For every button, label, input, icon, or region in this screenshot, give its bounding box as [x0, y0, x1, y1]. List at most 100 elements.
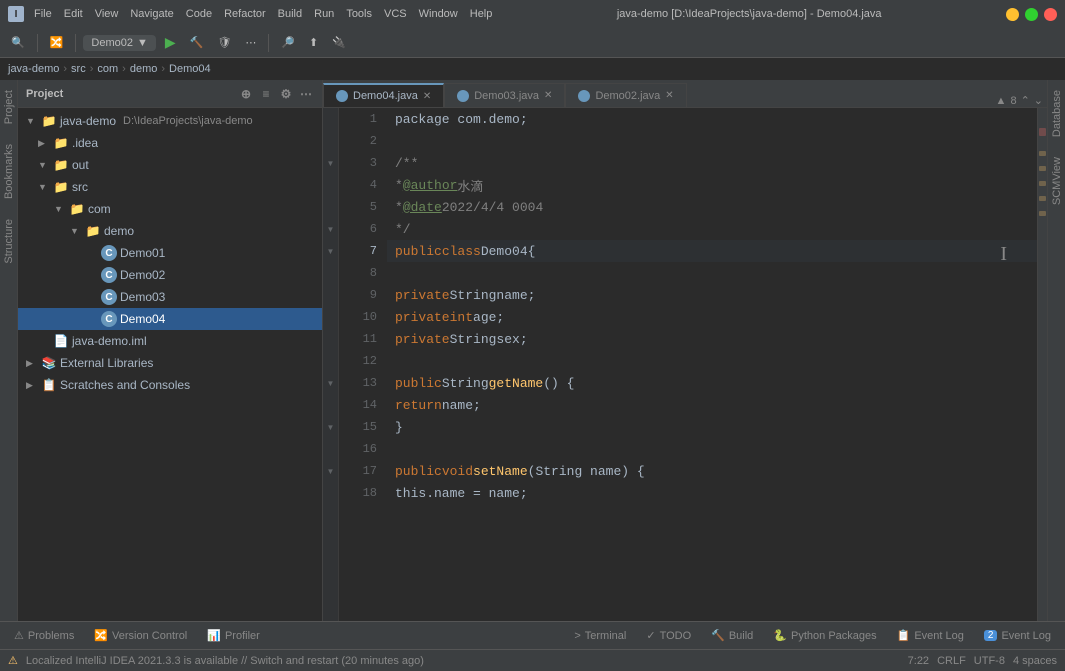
code-line-10[interactable]: private int age;	[387, 306, 1037, 328]
code-line-17[interactable]: public void setName(String name) {	[387, 460, 1037, 482]
editor-tabs[interactable]: Demo04.java✕Demo03.java✕Demo02.java✕ ▲ 8…	[323, 80, 1047, 108]
structure-panel-tab[interactable]: Structure	[0, 209, 18, 274]
tab-Demo02-java[interactable]: Demo02.java✕	[565, 83, 686, 107]
close-button[interactable]	[1044, 8, 1057, 21]
code-line-9[interactable]: private String name;	[387, 284, 1037, 306]
bottom-tab-todo[interactable]: ✓TODO	[638, 627, 699, 644]
run-coverage-button[interactable]: 🛡	[212, 34, 236, 51]
code-line-16[interactable]	[387, 438, 1037, 460]
run-config[interactable]: Demo02 ▼	[83, 35, 155, 51]
code-line-1[interactable]: package com.demo;	[387, 108, 1037, 130]
database-panel-tab[interactable]: Database	[1048, 80, 1065, 147]
warnings-down-btn[interactable]: ⌄	[1034, 94, 1043, 107]
menu-item-help[interactable]: Help	[470, 8, 493, 20]
bottom-tab-profiler[interactable]: 📊Profiler	[199, 627, 268, 644]
run-button[interactable]: ▶	[160, 32, 181, 53]
menu-item-build[interactable]: Build	[278, 8, 302, 20]
code-line-6[interactable]: */	[387, 218, 1037, 240]
file-encoding[interactable]: UTF-8	[974, 655, 1005, 667]
maximize-button[interactable]	[1025, 8, 1038, 21]
bottom-tab-terminal[interactable]: >Terminal	[566, 628, 634, 644]
tree-item-demo01[interactable]: CDemo01	[18, 242, 322, 264]
indent-setting[interactable]: 4 spaces	[1013, 655, 1057, 667]
show-options-btn[interactable]: ⚙	[278, 86, 294, 102]
event-log-badge[interactable]: 2 Event Log	[976, 628, 1059, 644]
plugin-button[interactable]: 🔌	[327, 34, 351, 51]
more-run-btn[interactable]: ⋯	[240, 34, 261, 51]
line-number-16: 16	[339, 438, 387, 460]
code-line-5[interactable]: * @date 2022/4/4 0004	[387, 196, 1037, 218]
bottom-tab-version-control[interactable]: 🔀Version Control	[86, 627, 195, 644]
project-panel-tab[interactable]: Project	[0, 80, 18, 134]
breadcrumb-item-0[interactable]: java-demo	[8, 63, 59, 75]
line-ending[interactable]: CRLF	[937, 655, 966, 667]
git-btn[interactable]: 🔀	[45, 34, 69, 51]
tree-item-java-demo[interactable]: ▼📁java-demoD:\IdeaProjects\java-demo	[18, 110, 322, 132]
scmview-panel-tab[interactable]: SCMView	[1048, 147, 1065, 215]
code-line-15[interactable]: }	[387, 416, 1037, 438]
code-line-2[interactable]	[387, 130, 1037, 152]
breadcrumb-item-4[interactable]: Demo04	[169, 63, 211, 75]
tree-item-src[interactable]: ▼📁src	[18, 176, 322, 198]
code-content[interactable]: package com.demo; /** * @author 水滴 * @dat…	[387, 108, 1037, 621]
tree-item-demo04[interactable]: CDemo04	[18, 308, 322, 330]
window-controls[interactable]	[1006, 8, 1057, 21]
bottom-tab-python-packages[interactable]: 🐍Python Packages	[765, 627, 884, 644]
tab-close-btn[interactable]: ✕	[544, 90, 552, 101]
collapse-all-btn[interactable]: ≡	[258, 86, 274, 102]
warnings-up-btn[interactable]: ⌃	[1021, 94, 1030, 107]
status-message[interactable]: Localized IntelliJ IDEA 2021.3.3 is avai…	[26, 655, 424, 667]
tree-item-demo03[interactable]: CDemo03	[18, 286, 322, 308]
find-button[interactable]: 🔎	[276, 34, 300, 51]
tab-close-btn[interactable]: ✕	[665, 90, 673, 101]
menu-item-refactor[interactable]: Refactor	[224, 8, 266, 20]
tab-Demo04-java[interactable]: Demo04.java✕	[323, 83, 444, 107]
menu-item-navigate[interactable]: Navigate	[130, 8, 173, 20]
more-btn[interactable]: ⋯	[298, 86, 314, 102]
menu-item-window[interactable]: Window	[419, 8, 458, 20]
search-everywhere-btn[interactable]: 🔍	[6, 34, 30, 51]
tree-item-external-libraries[interactable]: ▶📚External Libraries	[18, 352, 322, 374]
sidebar-tools[interactable]: ⊕ ≡ ⚙ ⋯	[238, 86, 314, 102]
code-line-14[interactable]: return name;	[387, 394, 1037, 416]
code-line-8[interactable]	[387, 262, 1037, 284]
tree-item-java-demo.iml[interactable]: 📄java-demo.iml	[18, 330, 322, 352]
bottom-tab-event-log[interactable]: 📋Event Log	[889, 627, 972, 644]
breadcrumb-item-3[interactable]: demo	[130, 63, 158, 75]
tree-item-demo[interactable]: ▼📁demo	[18, 220, 322, 242]
breadcrumb-item-1[interactable]: src	[71, 63, 86, 75]
editor-scrollbar[interactable]	[1037, 108, 1047, 621]
bookmarks-panel-tab[interactable]: Bookmarks	[0, 134, 18, 209]
code-editor[interactable]: ▼▼▼▼▼▼ 123456789101112131415161718 packa…	[323, 108, 1037, 621]
menu-item-view[interactable]: View	[95, 8, 119, 20]
bottom-tab-build[interactable]: 🔨Build	[703, 627, 761, 644]
tree-item-scratches-and-consoles[interactable]: ▶📋Scratches and Consoles	[18, 374, 322, 396]
bottom-tab-problems[interactable]: ⚠Problems	[6, 627, 82, 644]
code-line-12[interactable]	[387, 350, 1037, 372]
menu-item-tools[interactable]: Tools	[346, 8, 372, 20]
minimize-button[interactable]	[1006, 8, 1019, 21]
menu-item-code[interactable]: Code	[186, 8, 212, 20]
breadcrumb-item-2[interactable]: com	[97, 63, 118, 75]
code-line-3[interactable]: /**	[387, 152, 1037, 174]
tree-item-demo02[interactable]: CDemo02	[18, 264, 322, 286]
menu-item-run[interactable]: Run	[314, 8, 334, 20]
code-line-7[interactable]: public class Demo04 {	[387, 240, 1037, 262]
menu-item-edit[interactable]: Edit	[64, 8, 83, 20]
code-line-13[interactable]: public String getName() {	[387, 372, 1037, 394]
menu-bar[interactable]: File Edit View Navigate Code Refactor Build Run…	[34, 8, 492, 20]
tree-item-com[interactable]: ▼📁com	[18, 198, 322, 220]
code-line-11[interactable]: private String sex;	[387, 328, 1037, 350]
build-button[interactable]: 🔨	[185, 34, 209, 51]
tree-item-.idea[interactable]: ▶📁.idea	[18, 132, 322, 154]
code-line-4[interactable]: * @author 水滴	[387, 174, 1037, 196]
new-item-btn[interactable]: ⊕	[238, 86, 254, 102]
tab-close-btn[interactable]: ✕	[423, 91, 431, 102]
cursor-position[interactable]: 7:22	[908, 655, 929, 667]
tab-Demo03-java[interactable]: Demo03.java✕	[444, 83, 565, 107]
menu-item-file[interactable]: File	[34, 8, 52, 20]
menu-item-vcs[interactable]: VCS	[384, 8, 407, 20]
tree-item-out[interactable]: ▼📁out	[18, 154, 322, 176]
update-button[interactable]: ⬆	[304, 34, 323, 51]
code-line-18[interactable]: this.name = name;	[387, 482, 1037, 504]
